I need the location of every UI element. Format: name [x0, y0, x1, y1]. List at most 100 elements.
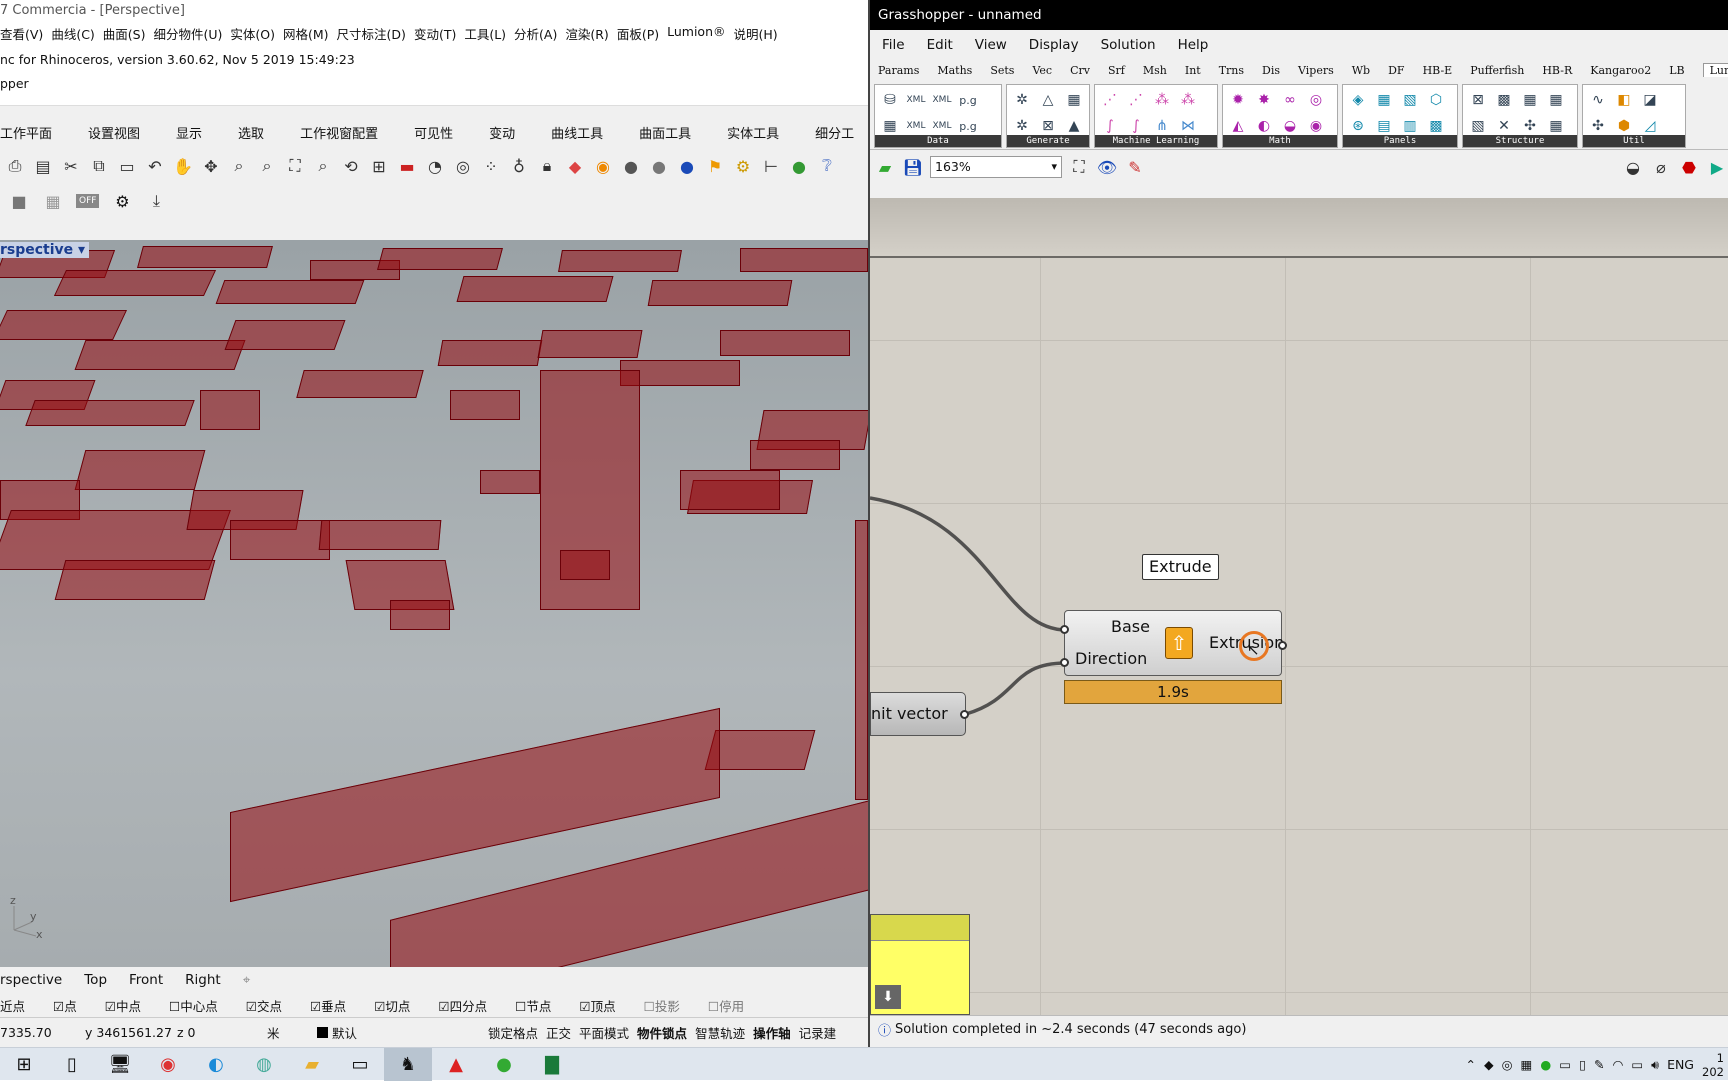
extrude-component[interactable]: Base Direction ⇧ Extrusion ↖ — [1064, 610, 1284, 676]
star-icon[interactable]: ✹ — [1225, 87, 1251, 113]
gh-menu-view[interactable]: View — [975, 37, 1007, 53]
input-base-label[interactable]: Base — [1111, 617, 1150, 636]
menu-mesh[interactable]: 网格(M) — [283, 24, 337, 46]
render-sphere-icon[interactable]: ● — [676, 155, 698, 177]
zoom-extents-icon[interactable]: ⛶ — [284, 155, 306, 177]
mode-osnap[interactable]: 物件锁点 — [637, 1023, 687, 1042]
viewport-layout-icon[interactable]: ⊞ — [368, 155, 390, 177]
osnap-project[interactable]: ☐投影 — [644, 996, 694, 1015]
gear-icon[interactable]: ⚙ — [111, 190, 133, 212]
xml-icon[interactable]: XML — [929, 87, 955, 113]
cut-icon[interactable]: ✂ — [60, 155, 82, 177]
command-history[interactable]: nc for Rhinoceros, version 3.60.62, Nov … — [0, 46, 868, 106]
current-layer[interactable]: 默认 — [332, 1023, 488, 1042]
cat-lb[interactable]: LB — [1669, 64, 1684, 77]
menu-view[interactable]: 查看(V) — [0, 24, 51, 46]
chrome-icon[interactable]: ◉ — [144, 1048, 192, 1081]
tray-app-icon[interactable]: ◆ — [1484, 1057, 1494, 1072]
tab-solid-tools[interactable]: 实体工具 — [727, 123, 779, 142]
rhino-icon[interactable]: ♞ — [384, 1047, 432, 1081]
osnap-knot[interactable]: ☐节点 — [515, 996, 565, 1015]
osnap-tan[interactable]: ☑切点 — [374, 996, 424, 1015]
cat-hbr[interactable]: HB-R — [1542, 64, 1572, 77]
open-file-icon[interactable]: ▰ — [874, 156, 896, 178]
acrobat-icon[interactable]: ▲ — [432, 1048, 480, 1081]
gh-canvas[interactable]: Extrude Base Direction ⇧ Extrusion ↖ 1.9… — [870, 198, 1728, 1015]
tree-icon[interactable]: ✲ — [1009, 87, 1035, 113]
excel-icon[interactable]: ▇ — [528, 1048, 576, 1081]
panel-component[interactable]: ⬇ — [870, 914, 970, 1015]
grasshopper-icon[interactable]: ● — [788, 155, 810, 177]
wechat-icon[interactable]: ● — [1540, 1057, 1551, 1072]
mode-gumball[interactable]: 操作轴 — [753, 1023, 791, 1042]
cat-msh[interactable]: Msh — [1143, 64, 1167, 77]
viewtab-front[interactable]: Front — [129, 972, 163, 988]
menu-curve[interactable]: 曲线(C) — [51, 24, 102, 46]
page-icon[interactable]: ▤ — [32, 155, 54, 177]
tray-app-icon[interactable]: ▦ — [1521, 1057, 1533, 1072]
gh-menu-edit[interactable]: Edit — [927, 37, 953, 53]
car-icon[interactable]: ▬ — [396, 155, 418, 177]
tab-subd-tools[interactable]: 细分工 — [815, 123, 854, 142]
menu-help[interactable]: 说明(H) — [734, 24, 786, 46]
tab-viewport-layout[interactable]: 工作视窗配置 — [300, 123, 378, 142]
menu-dimension[interactable]: 尺寸标注(D) — [337, 24, 414, 46]
pan-hand-icon[interactable]: ✋ — [172, 155, 194, 177]
mode-planar[interactable]: 平面模式 — [579, 1023, 629, 1042]
tab-select[interactable]: 选取 — [238, 123, 264, 142]
input-direction-port[interactable] — [1060, 658, 1069, 667]
truss-icon[interactable]: ▦ — [1517, 87, 1543, 113]
triangle-icon[interactable]: △ — [1035, 87, 1061, 113]
zoom-window-icon[interactable]: ⌕ — [256, 155, 278, 177]
cat-trns[interactable]: Trns — [1219, 64, 1244, 77]
cat-hbe[interactable]: HB-E — [1423, 64, 1453, 77]
cat-params[interactable]: Params — [878, 64, 919, 77]
edge-icon[interactable]: ◐ — [192, 1048, 240, 1081]
rotate-view-icon[interactable]: ⟲ — [340, 155, 362, 177]
tab-cplane[interactable]: 工作平面 — [0, 123, 52, 142]
cluster-icon[interactable]: ⁂ — [1149, 87, 1175, 113]
menu-lumion[interactable]: Lumion® — [667, 24, 733, 46]
chevron-down-icon[interactable]: ▾ — [78, 242, 85, 258]
cat-kangaroo2[interactable]: Kangaroo2 — [1590, 64, 1651, 77]
rendered-sphere-icon[interactable]: ● — [648, 155, 670, 177]
zoom-selected-icon[interactable]: ⌕ — [312, 155, 334, 177]
grasshopper-taskbar-icon[interactable]: ● — [480, 1048, 528, 1081]
usb-icon[interactable]: ▯ — [1579, 1057, 1586, 1072]
grid-icon[interactable]: ▦ — [1061, 87, 1087, 113]
preview-shaded-icon[interactable]: ◒ — [1622, 156, 1644, 178]
help-icon[interactable]: ❔︎ — [816, 155, 838, 177]
sketch-pen-icon[interactable]: ✎ — [1124, 156, 1146, 178]
curve-util-icon[interactable]: ∿ — [1585, 87, 1611, 113]
hex-panel-icon[interactable]: ⬡ — [1423, 87, 1449, 113]
scatter-icon[interactable]: ⋰ — [1123, 87, 1149, 113]
preview-eye-icon[interactable]: 👁︎ — [1096, 156, 1118, 178]
pen-icon[interactable]: ✎ — [1594, 1057, 1604, 1072]
preview-selected-icon[interactable]: ⬣ — [1678, 156, 1700, 178]
viewtab-perspective[interactable]: rspective — [0, 972, 62, 988]
cat-vec[interactable]: Vec — [1032, 64, 1052, 77]
clock[interactable]: 1 202 — [1702, 1051, 1724, 1079]
osnap-quad[interactable]: ☑四分点 — [438, 996, 501, 1015]
zoom-dropdown[interactable]: 163% — [930, 156, 1062, 178]
cat-dis[interactable]: Dis — [1262, 64, 1280, 77]
points-icon[interactable]: ⁘ — [480, 155, 502, 177]
steam-icon[interactable]: ◎ — [1502, 1057, 1513, 1072]
torus-icon[interactable]: ◎ — [1303, 87, 1329, 113]
input-base-port[interactable] — [1060, 625, 1069, 634]
osnap-center[interactable]: ☐中心点 — [169, 996, 232, 1015]
menu-analyze[interactable]: 分析(A) — [514, 24, 565, 46]
copy-icon[interactable]: ⧉ — [88, 155, 110, 177]
unit-vector-component[interactable]: nit vector — [870, 692, 966, 736]
mode-smarttrack[interactable]: 智慧轨迹 — [695, 1023, 745, 1042]
task-view-icon[interactable]: ▯ — [48, 1048, 96, 1081]
volume-icon[interactable]: 🔊︎ — [1651, 1057, 1659, 1073]
cat-pufferfish[interactable]: Pufferfish — [1470, 64, 1524, 77]
blocks-icon[interactable]: ▦ — [42, 190, 64, 212]
truss-icon[interactable]: ⊠ — [1465, 87, 1491, 113]
osnap-near[interactable]: 近点 — [0, 996, 39, 1015]
video-icon[interactable]: ▭ — [336, 1048, 384, 1081]
output-extrusion-port[interactable] — [1278, 641, 1287, 650]
cat-sets[interactable]: Sets — [990, 64, 1014, 77]
menu-subd[interactable]: 细分物件(U) — [154, 24, 231, 46]
